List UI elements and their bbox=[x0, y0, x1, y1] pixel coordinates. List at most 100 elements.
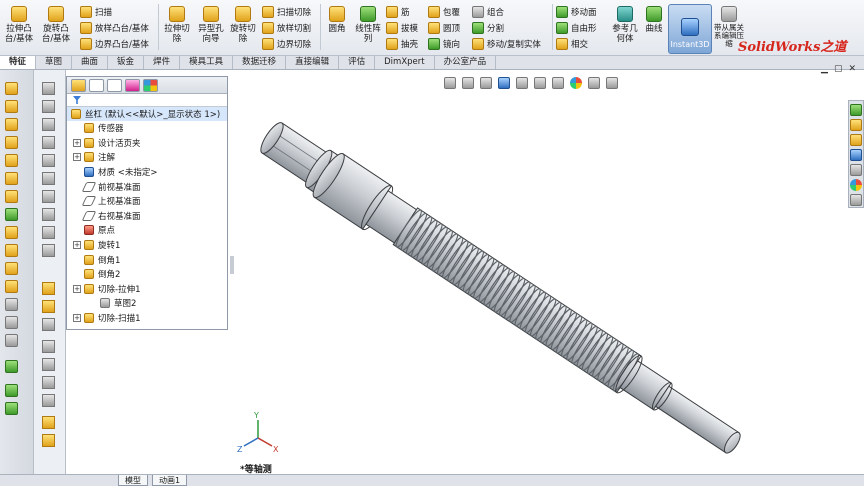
zoom-to-fit-icon[interactable] bbox=[444, 77, 456, 89]
search-icon[interactable] bbox=[850, 164, 862, 176]
tree-node[interactable]: + 旋转1 bbox=[67, 238, 227, 253]
tree-node[interactable]: + 切除-拉伸1 bbox=[67, 282, 227, 297]
expand-toggle-icon[interactable]: + bbox=[73, 314, 81, 323]
helix-icon[interactable] bbox=[5, 402, 18, 415]
feature-tool-icon[interactable] bbox=[42, 340, 55, 353]
tab-direct-editing[interactable]: 直接编辑 bbox=[286, 56, 340, 69]
rib-icon[interactable] bbox=[5, 244, 18, 257]
mirror-button[interactable]: 镜向 bbox=[428, 37, 460, 51]
section-view-icon[interactable] bbox=[498, 77, 510, 89]
close-icon[interactable]: ✕ bbox=[848, 64, 856, 74]
tree-filter[interactable] bbox=[67, 94, 227, 107]
dimxpert-manager-tab-icon[interactable] bbox=[125, 78, 140, 92]
scale-icon[interactable] bbox=[5, 334, 18, 347]
feature-tool-icon[interactable] bbox=[42, 434, 55, 447]
expand-toggle-icon[interactable]: + bbox=[73, 284, 81, 293]
tree-node[interactable]: 前视基准面 bbox=[67, 179, 227, 194]
sketch-tool-icon[interactable] bbox=[42, 136, 55, 149]
boundary-cut-button[interactable]: 边界切除 bbox=[262, 37, 311, 51]
dome-icon[interactable] bbox=[5, 316, 18, 329]
sketch-tool-icon[interactable] bbox=[42, 244, 55, 257]
view-orientation-icon[interactable] bbox=[516, 77, 528, 89]
tab-office-products[interactable]: 办公室产品 bbox=[435, 56, 497, 69]
sweep-icon[interactable] bbox=[5, 118, 18, 131]
tab-features[interactable]: 特征 bbox=[0, 56, 37, 69]
feature-tool-icon[interactable] bbox=[42, 416, 55, 429]
tree-node[interactable]: 草图2 bbox=[67, 296, 227, 311]
fillet-button[interactable]: 圆角 bbox=[324, 6, 350, 34]
revolve-cut-button[interactable]: 旋转切除 bbox=[228, 6, 258, 44]
tree-node[interactable]: 传感器 bbox=[67, 121, 227, 136]
tab-dimxpert[interactable]: DimXpert bbox=[375, 56, 435, 69]
shell-icon[interactable] bbox=[5, 262, 18, 275]
property-manager-tab-icon[interactable] bbox=[89, 78, 104, 92]
tree-node[interactable]: 倒角1 bbox=[67, 252, 227, 267]
draft-button[interactable]: 拔模 bbox=[386, 21, 418, 35]
tab-data-migration[interactable]: 数据迁移 bbox=[233, 56, 287, 69]
move-copy-button[interactable]: 移动/复制实体 bbox=[472, 37, 541, 51]
wrap-icon[interactable] bbox=[5, 298, 18, 311]
wrap-button[interactable]: 包覆 bbox=[428, 5, 460, 19]
fillet-icon[interactable] bbox=[5, 208, 18, 221]
expand-toggle-icon[interactable]: + bbox=[73, 138, 81, 147]
curves-button[interactable]: 曲线 bbox=[642, 6, 666, 34]
hide-show-items-icon[interactable] bbox=[552, 77, 564, 89]
tree-root-part[interactable]: 丝杠 (默认<<默认>_显示状态 1>) bbox=[67, 107, 227, 121]
tab-animation[interactable]: 动画1 bbox=[152, 475, 188, 486]
sketch-tool-icon[interactable] bbox=[42, 100, 55, 113]
feature-tool-icon[interactable] bbox=[42, 394, 55, 407]
sketch-tool-icon[interactable] bbox=[42, 190, 55, 203]
feature-tool-icon[interactable] bbox=[42, 282, 55, 295]
combine-button[interactable]: 组合 bbox=[472, 5, 504, 19]
display-manager-tab-icon[interactable] bbox=[143, 78, 158, 92]
boundary-boss-button[interactable]: 边界凸台/基体 bbox=[80, 37, 149, 51]
tree-node[interactable]: + 切除-扫描1 bbox=[67, 311, 227, 326]
feature-tool-icon[interactable] bbox=[42, 358, 55, 371]
feature-tool-icon[interactable] bbox=[42, 318, 55, 331]
previous-view-icon[interactable] bbox=[480, 77, 492, 89]
expand-toggle-icon[interactable]: + bbox=[73, 241, 81, 250]
dome-button[interactable]: 圆顶 bbox=[428, 21, 460, 35]
feature-tool-icon[interactable] bbox=[42, 300, 55, 313]
chamfer-icon[interactable] bbox=[5, 226, 18, 239]
rib-button[interactable]: 筋 bbox=[386, 5, 410, 19]
tab-sheet-metal[interactable]: 钣金 bbox=[108, 56, 145, 69]
sketch-tool-icon[interactable] bbox=[42, 118, 55, 131]
mirror-icon[interactable] bbox=[5, 360, 18, 373]
revolve-icon[interactable] bbox=[5, 100, 18, 113]
shell-button[interactable]: 抽壳 bbox=[386, 37, 418, 51]
extrude-icon[interactable] bbox=[5, 82, 18, 95]
curve-icon[interactable] bbox=[5, 384, 18, 397]
tree-node[interactable]: + 注解 bbox=[67, 150, 227, 165]
restore-icon[interactable]: ▢ bbox=[834, 64, 843, 74]
extrude-cut-button[interactable]: 拉伸切除 bbox=[162, 6, 192, 44]
feature-manager-tab-icon[interactable] bbox=[71, 78, 86, 92]
sketch-tool-icon[interactable] bbox=[42, 154, 55, 167]
tree-node[interactable]: 材质 <未指定> bbox=[67, 165, 227, 180]
feature-tool-icon[interactable] bbox=[42, 376, 55, 389]
hole-wizard-button[interactable]: 异型孔向导 bbox=[196, 6, 226, 44]
tree-node[interactable]: + 设计活页夹 bbox=[67, 136, 227, 151]
tree-node[interactable]: 右视基准面 bbox=[67, 209, 227, 224]
linear-pattern-button[interactable]: 线性阵列 bbox=[352, 6, 384, 44]
tree-node[interactable]: 上视基准面 bbox=[67, 194, 227, 209]
draft-icon[interactable] bbox=[5, 280, 18, 293]
minimize-icon[interactable]: ▁ bbox=[821, 64, 828, 74]
tab-mold-tools[interactable]: 模具工具 bbox=[180, 56, 234, 69]
appearances-icon[interactable] bbox=[850, 179, 862, 191]
cut-icon[interactable] bbox=[5, 172, 18, 185]
appearance-icon[interactable] bbox=[570, 77, 582, 89]
intersect-button[interactable]: 相交 bbox=[556, 37, 588, 51]
tab-sketch[interactable]: 草图 bbox=[36, 56, 73, 69]
custom-properties-icon[interactable] bbox=[850, 194, 862, 206]
tab-model[interactable]: 模型 bbox=[118, 475, 148, 486]
extrude-boss-button[interactable]: 拉伸凸台/基体 bbox=[2, 6, 36, 44]
resources-icon[interactable] bbox=[850, 104, 862, 116]
sweep-cut-button[interactable]: 扫描切除 bbox=[262, 5, 311, 19]
zoom-to-area-icon[interactable] bbox=[462, 77, 474, 89]
tab-weldments[interactable]: 焊件 bbox=[144, 56, 181, 69]
loft-cut-button[interactable]: 放样切割 bbox=[262, 21, 311, 35]
freeform-button[interactable]: 自由形 bbox=[556, 21, 597, 35]
scene-icon[interactable] bbox=[588, 77, 600, 89]
tree-node[interactable]: 原点 bbox=[67, 223, 227, 238]
